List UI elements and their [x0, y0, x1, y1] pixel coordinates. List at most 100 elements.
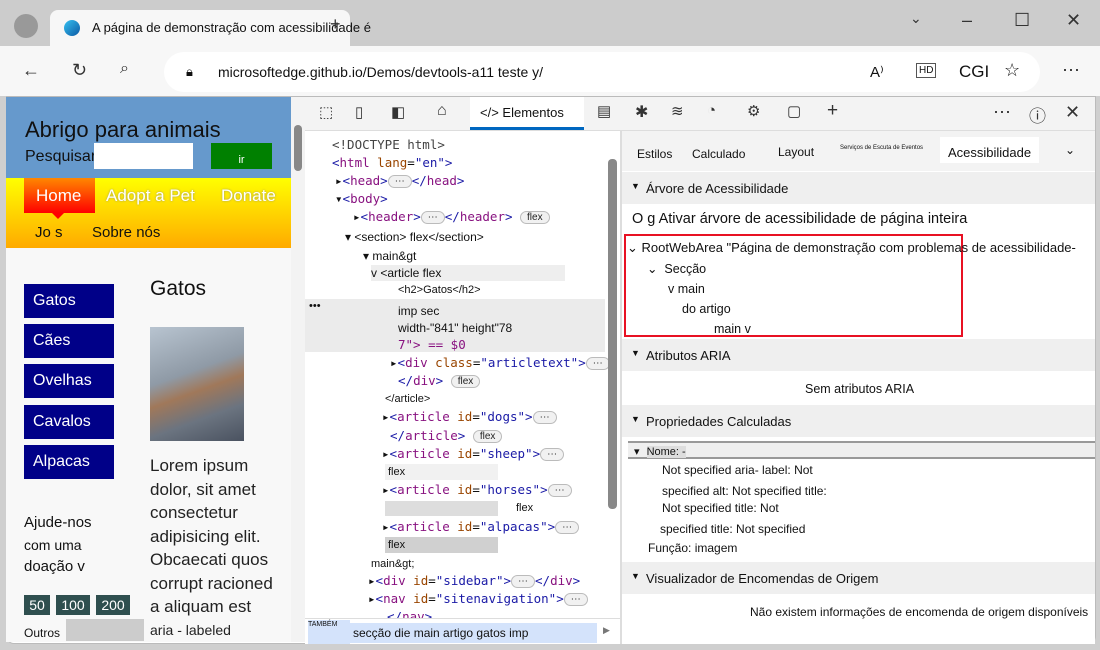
dom-articletext[interactable]: ▸<div class="articletext"> ⋯ [390, 355, 610, 370]
dom-article-alpacas[interactable]: ▸<article id="alpacas"> ⋯ [382, 519, 580, 534]
application-icon[interactable]: ▢ [787, 102, 801, 120]
dom-more-dots-icon[interactable]: ••• [309, 300, 321, 312]
a11y-node-main[interactable]: v main [668, 282, 705, 296]
dom-main[interactable]: ▾ main&gt [363, 249, 416, 263]
text-line: dolor, sit amet [150, 479, 256, 499]
more-tools-plus-icon[interactable]: + [827, 100, 838, 122]
breadcrumb[interactable]: secção die main artigo gatos imp [350, 623, 597, 643]
dock-icon[interactable]: ◧ [391, 103, 405, 121]
text-line: a aliquam est [150, 597, 252, 616]
dom-div-close: </div> flex [398, 373, 481, 388]
maximize-icon[interactable]: ☐ [1014, 10, 1030, 31]
search-input[interactable] [94, 143, 193, 169]
dom-scrollbar[interactable] [607, 137, 617, 627]
back-icon[interactable]: ← [22, 60, 40, 81]
console-icon[interactable]: ▤ [597, 102, 611, 120]
nav-adopt[interactable]: Adopt a Pet [106, 186, 195, 206]
sidebar-link-gatos[interactable]: Gatos [24, 284, 114, 318]
tab-event-listeners[interactable]: Serviços de Escuta de Eventos [840, 145, 923, 151]
minimize-icon[interactable]: – [962, 10, 972, 31]
profile-icon[interactable] [14, 14, 38, 38]
search-icon[interactable]: ⌕ [120, 60, 129, 78]
nav-donate[interactable]: Donate [221, 186, 276, 206]
inspect-icon[interactable]: ⬚ [319, 103, 333, 121]
flex-badge[interactable]: flex [385, 464, 498, 480]
donate-200-button[interactable]: 200 [96, 595, 130, 615]
enable-full-tree-toggle[interactable]: O g Ativar árvore de acessibilidade de p… [632, 211, 967, 227]
more-icon[interactable]: ⋯ [1062, 60, 1080, 81]
a11y-node-img[interactable]: main v [714, 322, 751, 336]
nav-jobs[interactable]: Jo s [35, 224, 63, 241]
refresh-icon[interactable]: ↻ [72, 60, 87, 81]
address-bar[interactable]: 🔒︎ microsoftedge.github.io/Demos/devtool… [164, 52, 1040, 92]
flex-badge[interactable]: flex [516, 502, 533, 514]
memory-chip-icon[interactable]: ⚙ [747, 102, 760, 120]
a11y-node-section[interactable]: ⌄ Secção [647, 261, 706, 276]
dom-head[interactable]: ▸<head> ⋯ </head> [335, 173, 464, 188]
subtab-overflow-chevron-icon[interactable]: ⌄ [1065, 143, 1075, 157]
dom-html[interactable]: <html lang="en"> [332, 155, 452, 170]
dom-article-cats[interactable]: v <article flex [371, 265, 565, 281]
sidebar-link-alpacas[interactable]: Alpacas [24, 445, 114, 479]
flex-badge[interactable]: flex [472, 430, 503, 443]
a11y-node-article[interactable]: do artigo [682, 302, 731, 316]
dom-sitenavigation[interactable]: ▸<nav id="sitenavigation"> ⋯ [368, 591, 588, 606]
device-emulation-icon[interactable]: ▯ [355, 103, 363, 121]
dom-article-dogs[interactable]: ▸<article id="dogs"> ⋯ [382, 409, 557, 424]
a11y-node-root[interactable]: ⌄ RootWebArea "Página de demonstração co… [627, 240, 1076, 256]
dom-tree: <!DOCTYPE html> <html lang="en"> ▸<head>… [305, 131, 621, 644]
tab-layout[interactable]: Layout [778, 145, 814, 159]
donate-50-button[interactable]: 50 [24, 595, 50, 615]
a11y-tree-header[interactable]: Árvore de Acessibilidade [622, 172, 1095, 204]
dom-article-horses[interactable]: ▸<article id="horses"> ⋯ [382, 482, 572, 497]
dom-body[interactable]: ▾<body> [335, 191, 388, 206]
sidebar-link-cavalos[interactable]: Cavalos [24, 405, 114, 439]
tab-elements[interactable]: </> Elementos [470, 97, 584, 130]
flex-badge[interactable]: flex [520, 211, 550, 224]
dom-scrollbar-thumb[interactable] [608, 159, 617, 509]
tab-computed[interactable]: Calculado [692, 147, 745, 161]
new-tab-icon[interactable]: + [330, 14, 341, 35]
sidebar-link-caes[interactable]: Cães [24, 324, 114, 358]
flex-badge[interactable]: flex [450, 375, 481, 388]
read-aloud-icon[interactable]: A⁾ [870, 63, 884, 81]
favorite-icon[interactable]: ☆ [1004, 60, 1020, 81]
scrollbar-thumb[interactable] [294, 125, 302, 171]
dom-section[interactable]: ▾ <section> flex</section> [345, 230, 484, 244]
page-scrollbar[interactable] [291, 97, 305, 642]
source-order-header[interactable]: Visualizador de Encomendas de Origem [622, 562, 1095, 594]
sidebar-link-ovelhas[interactable]: Ovelhas [24, 364, 114, 398]
donate-100-button[interactable]: 100 [56, 595, 90, 615]
edge-icon [64, 20, 80, 36]
welcome-home-icon[interactable]: ⌂ [437, 102, 447, 120]
other-amount-input[interactable] [66, 619, 144, 641]
breadcrumb-label: TAMBÉM [308, 620, 350, 644]
cgi-label[interactable]: CGI [959, 62, 989, 82]
flex-badge[interactable]: flex [385, 537, 498, 553]
nav-about[interactable]: Sobre nós [92, 224, 160, 241]
dom-sidebar[interactable]: ▸<div id="sidebar"> ⋯ </div> [368, 573, 580, 588]
performance-icon[interactable]: ◔ [707, 102, 716, 119]
tab-styles[interactable]: Estilos [637, 147, 672, 161]
breadcrumb-scroll-right-icon[interactable]: ▶ [603, 625, 610, 636]
hd-icon[interactable]: HD [916, 63, 937, 78]
img-line: 7"> == $0 [398, 337, 466, 352]
dom-selected-img[interactable]: ••• imp sec width-"841" height"78 7"> ==… [305, 299, 605, 352]
sources-bug-icon[interactable]: ✱ [635, 102, 648, 122]
tab-list-icon[interactable]: ⌄ [910, 10, 922, 27]
help-icon[interactable]: ⓘ [1029, 102, 1046, 127]
close-devtools-icon[interactable]: ✕ [1065, 102, 1080, 123]
close-window-icon[interactable]: ✕ [1066, 10, 1081, 31]
aria-attributes-header[interactable]: Atributos ARIA [622, 339, 1095, 371]
browser-tab[interactable]: A página de demonstração com acessibilid… [50, 10, 371, 46]
tab-accessibility[interactable]: Acessibilidade [940, 137, 1040, 163]
dom-article-sheep[interactable]: ▸<article id="sheep"> ⋯ [382, 446, 565, 461]
network-wifi-icon[interactable]: ≋ [671, 102, 684, 120]
devtools-more-icon[interactable]: ⋯ [993, 102, 1011, 123]
name-row[interactable]: ▾ Nome: - [628, 441, 1095, 459]
dom-header[interactable]: ▸<header> ⋯ </header> flex [353, 209, 550, 224]
computed-properties-header[interactable]: Propriedades Calculadas [622, 405, 1095, 437]
nav-home[interactable]: Home [24, 178, 95, 213]
go-button[interactable]: ir [211, 143, 272, 169]
dom-h2[interactable]: <h2>Gatos</h2> [398, 284, 481, 296]
